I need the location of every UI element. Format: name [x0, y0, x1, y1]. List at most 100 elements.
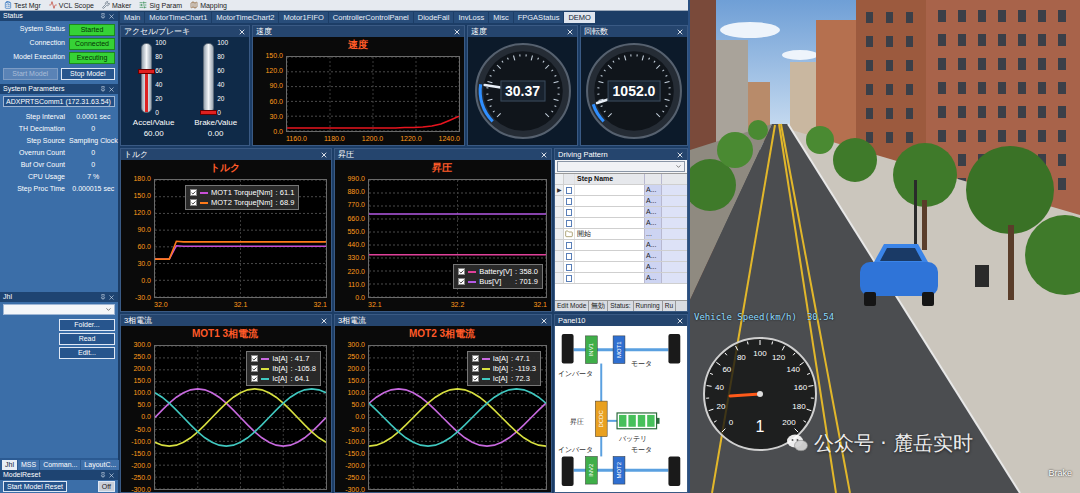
main-tab[interactable]: FPGAStatus — [514, 12, 564, 23]
jhl-select[interactable] — [3, 304, 115, 315]
close-icon[interactable] — [108, 13, 115, 20]
panel-header[interactable]: 3相電流 — [121, 315, 331, 326]
svg-text:MOT2: MOT2 — [616, 462, 622, 478]
pin-icon[interactable] — [100, 86, 106, 92]
close-icon[interactable] — [238, 28, 246, 36]
toolbar-item[interactable]: VCL Scope — [49, 1, 94, 10]
legend-checkbox[interactable] — [251, 355, 258, 362]
parameter-label: Step Interval — [3, 112, 65, 122]
panel-title: 回転数 — [584, 26, 608, 37]
close-icon[interactable] — [320, 317, 328, 325]
sidebar-panel-header[interactable]: ModelReset — [0, 470, 118, 480]
pattern-row[interactable]: A... — [555, 207, 687, 218]
legend-checkbox[interactable] — [472, 365, 479, 372]
main-tab[interactable]: Motor1FIFO — [279, 12, 327, 23]
sidebar-panel-header[interactable]: System Parameters — [0, 84, 118, 94]
panel-header[interactable]: Panel10 — [555, 315, 687, 326]
legend-checkbox[interactable] — [251, 365, 258, 372]
close-icon[interactable] — [453, 28, 461, 36]
dial-tick — [807, 409, 812, 411]
jhl-button[interactable]: Edit... — [59, 347, 115, 359]
meter-tube[interactable] — [141, 43, 152, 113]
meter-thumb[interactable] — [138, 69, 155, 74]
close-icon[interactable] — [676, 151, 684, 159]
toolbar-item[interactable]: Maker — [102, 1, 131, 10]
meter-thumb[interactable] — [200, 110, 217, 115]
model-button[interactable]: Stop Model — [61, 68, 116, 80]
close-icon[interactable] — [676, 317, 684, 325]
pattern-row[interactable]: A... — [555, 273, 687, 284]
grid-line — [287, 116, 459, 117]
y-axis: 150.0120.090.060.030.00.0 — [255, 52, 283, 136]
dial-tick — [735, 346, 737, 350]
toolbar-item[interactable]: Test Mgr — [4, 1, 41, 10]
panel-header[interactable]: 速度 — [253, 26, 464, 37]
panel-header[interactable]: アクセル/ブレーキ — [121, 26, 249, 37]
target-select[interactable]: ADXPRTSComm1 (172.31.63.54) — [3, 96, 115, 107]
legend-checkbox[interactable] — [472, 355, 479, 362]
legend-checkbox[interactable] — [251, 375, 258, 382]
panel-header[interactable]: Driving Pattern — [555, 149, 687, 160]
main-tab[interactable]: Misc — [489, 12, 512, 23]
jhl-button[interactable]: Folder... — [59, 319, 115, 331]
y-tick: -50.0 — [349, 426, 365, 434]
legend-checkbox[interactable] — [458, 268, 465, 275]
main-tab[interactable]: ControllerControlPanel — [329, 12, 413, 23]
reset-button[interactable]: Start Model Reset — [3, 481, 67, 492]
close-icon[interactable] — [566, 28, 574, 36]
panel-header[interactable]: 3相電流 — [335, 315, 551, 326]
pattern-row[interactable]: ▶A... — [555, 185, 687, 196]
legend-checkbox[interactable] — [190, 189, 197, 196]
toolbar-item[interactable]: Sig Param — [139, 1, 182, 10]
pattern-row[interactable]: A... — [555, 218, 687, 229]
toolbar-item[interactable]: Mapping — [190, 1, 227, 10]
main-tab[interactable]: MotorTimeChart2 — [212, 12, 278, 23]
panel-header[interactable]: 回転数 — [581, 26, 687, 37]
sidebar-panel-header[interactable]: Status — [0, 11, 118, 21]
close-icon[interactable] — [540, 317, 548, 325]
legend-checkbox[interactable] — [190, 199, 197, 206]
close-icon[interactable] — [676, 28, 684, 36]
main-tab[interactable]: InvLoss — [454, 12, 488, 23]
main-tab[interactable]: DEMO — [564, 12, 595, 23]
scale-tick: 60 — [155, 67, 166, 75]
model-buttons: Start ModelStop Model — [0, 67, 118, 84]
dial-tick — [487, 99, 492, 100]
main-tab[interactable]: DiodeFail — [414, 12, 454, 23]
sidebar-tab[interactable]: Jhl — [2, 460, 17, 470]
close-icon[interactable] — [320, 151, 328, 159]
panel-header[interactable]: 昇圧 — [335, 149, 551, 160]
main-tab[interactable]: MotorTimeChart1 — [145, 12, 211, 23]
legend-checkbox[interactable] — [472, 375, 479, 382]
legend-checkbox[interactable] — [458, 278, 465, 285]
header-actions — [100, 294, 115, 301]
pattern-row[interactable]: 開始... — [555, 229, 687, 240]
sidebar-tab[interactable]: Comman... — [40, 460, 80, 470]
close-icon[interactable] — [108, 86, 115, 93]
plot-area: Ia[A]: 47.1Ib[A]: -119.3Ic[A]: 72.3 — [368, 345, 547, 490]
main-tab[interactable]: Main — [120, 12, 144, 23]
close-icon[interactable] — [108, 472, 115, 479]
pin-icon[interactable] — [100, 472, 106, 478]
panel-header[interactable]: 速度 — [468, 26, 577, 37]
pattern-row[interactable]: A... — [555, 240, 687, 251]
close-icon[interactable] — [108, 294, 115, 301]
meter-tube[interactable] — [203, 43, 214, 113]
sidebar-panel-header[interactable]: Jhl — [0, 292, 118, 302]
column-header[interactable]: Step Name — [575, 174, 644, 184]
close-icon[interactable] — [540, 151, 548, 159]
pin-icon[interactable] — [100, 294, 106, 300]
y-tick: 220.0 — [347, 268, 365, 276]
pattern-select[interactable] — [557, 161, 685, 172]
panel-header[interactable]: トルク — [121, 149, 331, 160]
pattern-row[interactable]: A... — [555, 196, 687, 207]
sidebar-tab[interactable]: MSS — [18, 460, 39, 470]
parameter-value: Sampling Clock — [69, 136, 118, 146]
reset-button[interactable]: Off — [98, 481, 115, 492]
select-value: ADXPRTSComm1 (172.31.63.54) — [6, 97, 111, 106]
pin-icon[interactable] — [100, 13, 106, 19]
jhl-button[interactable]: Read — [59, 333, 115, 345]
sidebar-tab[interactable]: LayoutC... — [81, 460, 119, 470]
pattern-row[interactable]: A... — [555, 262, 687, 273]
pattern-row[interactable]: A... — [555, 251, 687, 262]
